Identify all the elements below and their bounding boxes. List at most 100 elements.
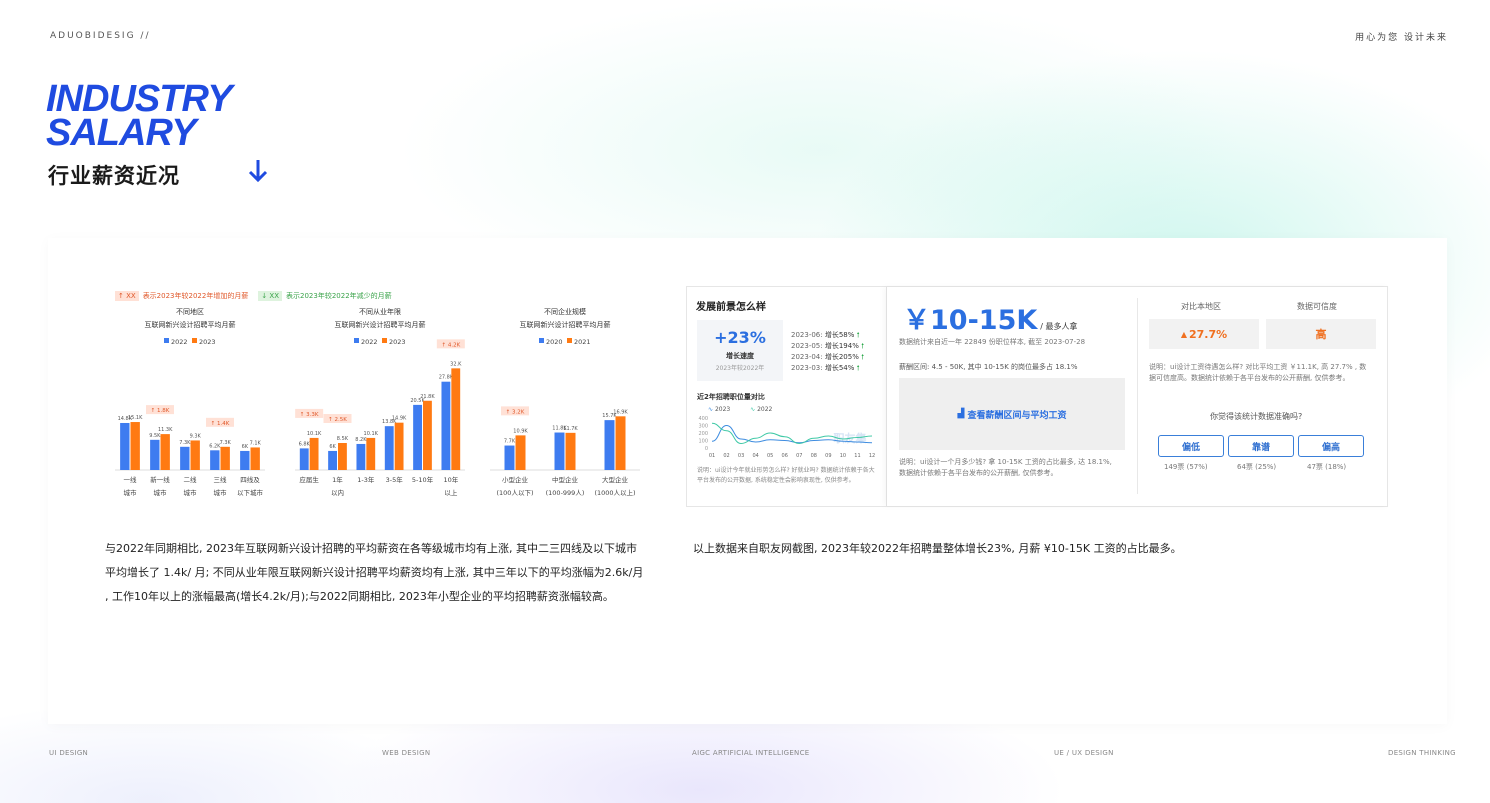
- legend-swatch: [164, 338, 169, 343]
- increase-label: ↑ 4.2K: [441, 341, 460, 348]
- x-tick-label: 03: [738, 453, 744, 459]
- legend-wave-icon: ∿: [750, 406, 756, 413]
- legend-label: 2023: [389, 338, 406, 346]
- growth-heading: 发展前景怎么样: [696, 302, 766, 313]
- increase-label: ↑ 1.8K: [151, 407, 170, 414]
- y-tick-label: 400: [698, 416, 708, 422]
- bar: [120, 422, 130, 470]
- bar: [180, 446, 190, 470]
- footer-web-design: WEB DESIGN: [382, 749, 431, 757]
- category-label: 四线及: [240, 475, 260, 484]
- vote-high-button[interactable]: 偏高: [1298, 435, 1364, 457]
- data-label: 10.1K: [307, 431, 322, 437]
- page-title-en: INDUSTRY SALARY: [46, 80, 233, 152]
- data-label: 6K: [329, 444, 336, 450]
- data-label: 6.8K: [299, 441, 311, 447]
- data-label: 8.5K: [337, 436, 349, 442]
- data-label: 6K: [242, 444, 249, 450]
- category-label: 应届生: [299, 475, 319, 484]
- vote-accurate-count: 64票 (25%): [1237, 463, 1277, 471]
- category-label: 城市: [124, 488, 138, 497]
- increase-label: ↑ 3.3K: [300, 411, 319, 418]
- vote-low-button[interactable]: 偏低: [1158, 435, 1224, 457]
- up-arrow-icon: 🠕: [856, 331, 860, 339]
- increase-label: ↑ 3.2K: [506, 408, 525, 415]
- bar: [441, 381, 451, 470]
- legend-swatch: [354, 338, 359, 343]
- bar: [190, 440, 200, 470]
- bar: [554, 432, 565, 470]
- bar: [150, 439, 160, 470]
- category-label: 3-5年: [386, 475, 404, 484]
- bar: [338, 443, 347, 470]
- category-label: 以上: [444, 488, 458, 497]
- legend-label: 2022: [171, 338, 188, 346]
- category-label: 1年: [332, 475, 343, 484]
- bar: [328, 450, 337, 470]
- growth-row-month: 2023-04:: [791, 353, 823, 361]
- vote-accurate-button[interactable]: 靠谱: [1228, 435, 1294, 457]
- data-label: 10.9K: [513, 428, 528, 434]
- category-label: 新一线: [150, 475, 170, 484]
- category-label: 小型企业: [502, 475, 529, 484]
- up-arrow-icon: ▲: [1180, 329, 1187, 339]
- up-arrow-icon: 🠕: [861, 342, 865, 350]
- bar: [604, 420, 615, 470]
- line-chart-heading: 近2年招聘职位量对比: [697, 393, 765, 401]
- growth-note: 说明：ui设计今年就业形势怎么样? 好就业吗? 数据统计依赖于各大平台发布的公开…: [697, 467, 875, 484]
- bar: [250, 447, 260, 470]
- legend-swatch: [567, 338, 572, 343]
- chart-icon: ▟: [957, 409, 965, 419]
- bar: [356, 443, 366, 470]
- category-label: 城市: [184, 488, 198, 497]
- chart-title: 互联网新兴设计招聘平均月薪: [145, 320, 236, 329]
- category-label: 城市: [154, 488, 168, 497]
- line-chart: 400300200100001 02 03 04 05 06 07 08 09 10 11 12职友集: [698, 416, 875, 459]
- bar: [130, 422, 140, 470]
- legend-label: 2021: [574, 338, 591, 346]
- data-label: 11.7K: [563, 426, 578, 432]
- accuracy-question: 你觉得该统计数据准确吗?: [1210, 412, 1303, 421]
- slogan: 用心为您 设计未来: [1355, 33, 1448, 43]
- compare-region-value: ▲ 27.7%: [1149, 319, 1259, 349]
- category-label: 大型企业: [602, 475, 629, 484]
- data-label: 15.1K: [128, 415, 143, 421]
- data-label: 7.3K: [179, 440, 191, 446]
- legend-2022: 2022: [757, 406, 773, 413]
- bar: [160, 434, 170, 470]
- y-tick-label: 200: [698, 431, 708, 437]
- salary-link-button[interactable]: ▟ 查看薪酬区间与平均工资: [899, 378, 1125, 450]
- salary-value: ￥10-15K: [903, 305, 1038, 336]
- growth-label: 增长速度: [726, 352, 754, 360]
- data-label: 7.1K: [250, 440, 262, 446]
- legend-label: 2022: [361, 338, 378, 346]
- category-label: 二线: [184, 475, 198, 484]
- divider: [1137, 298, 1138, 494]
- up-arrow-icon: 🠕: [861, 353, 865, 361]
- x-tick-label: 08: [811, 453, 817, 459]
- growth-row: 2023-06: 增长58% 🠕: [791, 330, 864, 341]
- category-label: (100-999人): [546, 489, 585, 497]
- x-tick-label: 09: [825, 453, 831, 459]
- data-label: 21.8K: [420, 394, 435, 400]
- category-label: 10年: [443, 475, 458, 484]
- salary-headline: ￥10-15K / 最多人拿: [903, 298, 1078, 337]
- right-note: 以上数据来自职友网截图, 2023年较2022年招聘量整体增长23%, 月薪 ¥…: [693, 542, 1182, 555]
- y-tick-label: 0: [705, 446, 708, 452]
- bar: [384, 426, 394, 470]
- category-label: 一线: [124, 475, 138, 484]
- vote-high-count: 47票 (18%): [1307, 463, 1347, 471]
- salary-note: 说明：ui设计一个月多少钱? 拿 10-15K 工资的占比最多, 达 18.1%…: [899, 458, 1112, 477]
- data-label: 32.K: [450, 361, 462, 367]
- data-label: 11.3K: [158, 427, 173, 433]
- x-tick-label: 05: [767, 453, 773, 459]
- bar: [299, 448, 309, 470]
- category-label: 以内: [331, 488, 344, 497]
- data-label: 7.3K: [220, 440, 232, 446]
- legend-swatch: [539, 338, 544, 343]
- bar: [220, 446, 230, 470]
- growth-value: +23%: [714, 328, 766, 347]
- chart-title: 不同企业规模: [544, 307, 586, 316]
- category-label: (100人以下): [497, 489, 534, 497]
- x-tick-label: 01: [709, 453, 715, 459]
